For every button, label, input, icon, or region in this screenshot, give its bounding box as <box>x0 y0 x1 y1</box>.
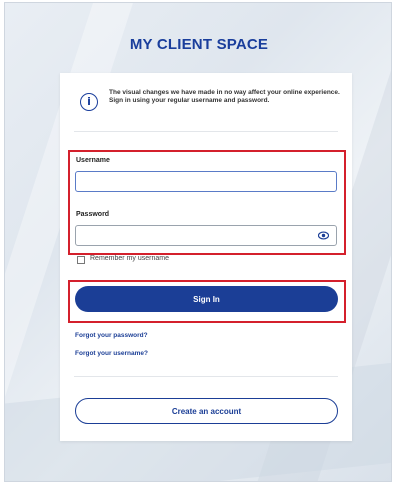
eye-icon[interactable] <box>318 231 329 240</box>
create-account-button[interactable]: Create an account <box>75 398 338 424</box>
divider <box>74 131 338 132</box>
password-input[interactable] <box>75 225 337 246</box>
forgot-password-link[interactable]: Forgot your password? <box>75 332 148 339</box>
page-title: MY CLIENT SPACE <box>129 36 269 53</box>
info-notice: i The visual changes we have made in no … <box>74 85 342 121</box>
username-label: Username <box>76 157 110 164</box>
password-label: Password <box>76 211 110 218</box>
remember-checkbox[interactable] <box>77 256 85 264</box>
forgot-username-link[interactable]: Forgot your username? <box>75 350 148 357</box>
login-card: i The visual changes we have made in no … <box>60 73 352 441</box>
divider <box>74 376 338 377</box>
remember-label: Remember my username <box>90 255 169 262</box>
notice-text: The visual changes we have made in no wa… <box>109 89 340 104</box>
sign-in-button[interactable]: Sign In <box>75 286 338 312</box>
username-input[interactable] <box>75 171 337 192</box>
info-icon: i <box>80 93 98 111</box>
